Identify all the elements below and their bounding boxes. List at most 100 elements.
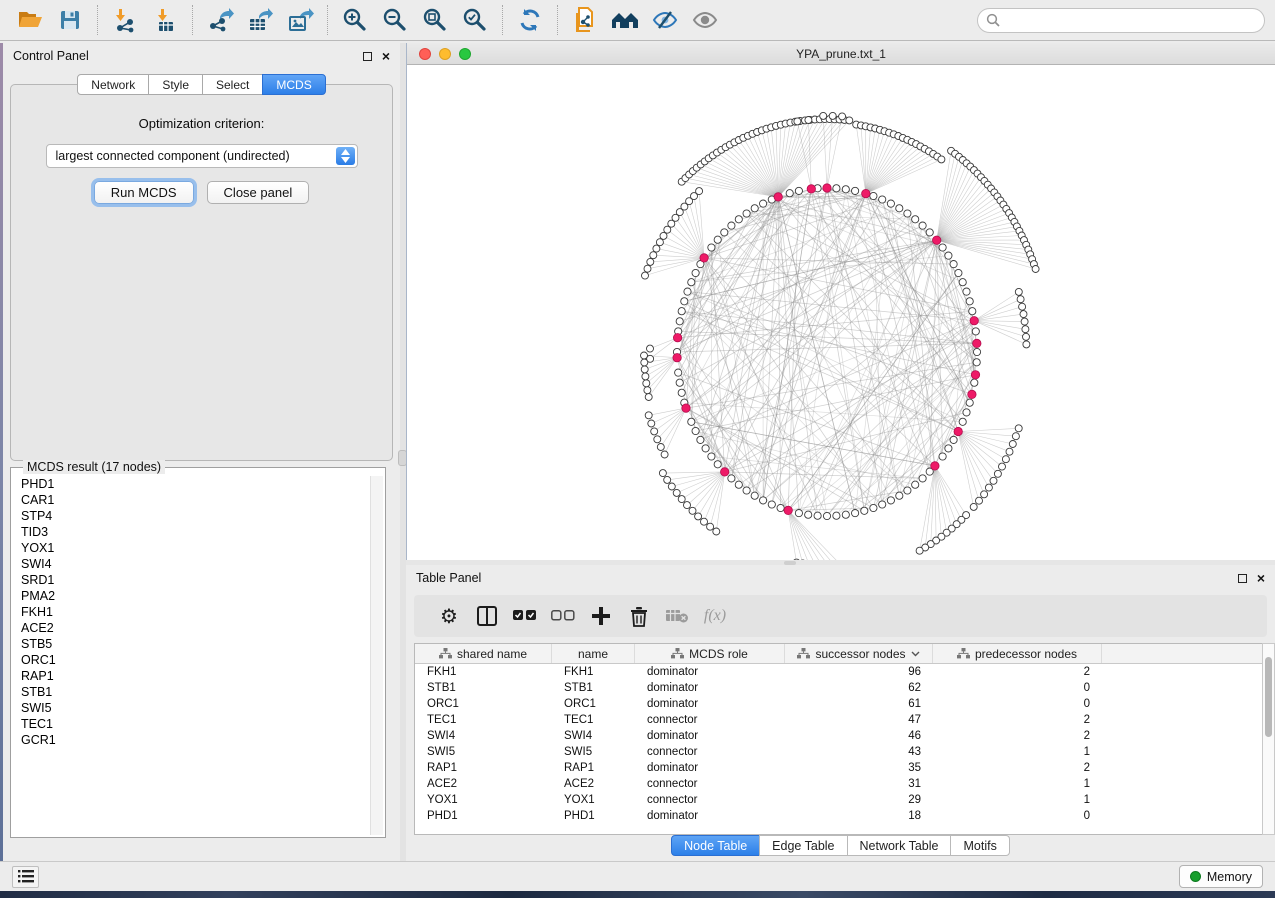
mcds-result-item[interactable]: TID3 <box>13 524 369 540</box>
import-table-icon[interactable] <box>145 3 185 37</box>
memory-button[interactable]: Memory <box>1179 865 1263 888</box>
toolbar-separator <box>327 5 328 35</box>
show-all-eye-icon[interactable] <box>685 3 725 37</box>
table-row[interactable]: SWI4SWI4dominator462 <box>415 728 1262 744</box>
table-row[interactable]: ORC1ORC1dominator610 <box>415 696 1262 712</box>
mcds-result-item[interactable]: STB1 <box>13 684 369 700</box>
hide-selection-eye-slash-icon[interactable] <box>645 3 685 37</box>
tab-mcds[interactable]: MCDS <box>262 74 325 95</box>
tab-node-table[interactable]: Node Table <box>671 835 760 856</box>
table-cell: FKH1 <box>415 666 552 678</box>
task-history-button[interactable] <box>12 866 39 888</box>
search-input[interactable] <box>977 8 1265 33</box>
zoom-out-icon[interactable] <box>375 3 415 37</box>
table-row[interactable]: RAP1RAP1dominator352 <box>415 760 1262 776</box>
export-image-icon[interactable] <box>280 3 320 37</box>
delete-trash-icon[interactable] <box>620 599 658 633</box>
column-header-predecessor-nodes[interactable]: predecessor nodes <box>933 644 1102 663</box>
save-session-icon[interactable] <box>50 3 90 37</box>
mcds-result-item[interactable]: ACE2 <box>13 620 369 636</box>
scrollbar-thumb[interactable] <box>1265 657 1272 737</box>
close-panel-button[interactable]: Close panel <box>207 181 310 204</box>
import-network-icon[interactable] <box>105 3 145 37</box>
run-mcds-button[interactable]: Run MCDS <box>94 181 194 204</box>
mcds-result-item[interactable]: RAP1 <box>13 668 369 684</box>
table-cell: 18 <box>785 810 933 822</box>
zoom-in-icon[interactable] <box>335 3 375 37</box>
table-row[interactable]: TEC1TEC1connector472 <box>415 712 1262 728</box>
add-column-plus-icon[interactable] <box>582 599 620 633</box>
mcds-result-item[interactable]: PMA2 <box>13 588 369 604</box>
mcds-result-item[interactable]: SRD1 <box>13 572 369 588</box>
zoom-fit-icon[interactable] <box>415 3 455 37</box>
toolbar-separator <box>97 5 98 35</box>
table-row[interactable]: FKH1FKH1dominator962 <box>415 664 1262 680</box>
toolbar-separator <box>192 5 193 35</box>
mcds-result-item[interactable]: SWI5 <box>13 700 369 716</box>
table-cell: connector <box>635 714 785 726</box>
mcds-result-item[interactable]: FKH1 <box>13 604 369 620</box>
close-panel-icon[interactable]: × <box>382 51 390 61</box>
tab-network-table[interactable]: Network Table <box>847 835 952 856</box>
split-columns-icon[interactable] <box>468 599 506 633</box>
column-header-mcds-role[interactable]: MCDS role <box>635 644 785 663</box>
zoom-selected-icon[interactable] <box>455 3 495 37</box>
table-row[interactable]: SWI5SWI5connector431 <box>415 744 1262 760</box>
open-file-icon[interactable] <box>10 3 50 37</box>
export-table-icon[interactable] <box>240 3 280 37</box>
column-header-shared-name[interactable]: shared name <box>415 644 552 663</box>
column-header-name[interactable]: name <box>552 644 635 663</box>
mcds-result-item[interactable]: GCR1 <box>13 732 369 748</box>
deselect-all-unchecked-icon[interactable] <box>544 599 582 633</box>
network-canvas[interactable] <box>407 65 1275 560</box>
table-row[interactable]: STB1STB1dominator620 <box>415 680 1262 696</box>
mcds-result-title: MCDS result (17 nodes) <box>23 460 165 474</box>
table-cell: STB1 <box>552 682 635 694</box>
table-cell: dominator <box>635 698 785 710</box>
table-cell: ACE2 <box>415 778 552 790</box>
control-panel: Control Panel × Network Style Select MCD… <box>3 43 400 861</box>
tree-icon <box>797 648 810 659</box>
table-cell: PHD1 <box>415 810 552 822</box>
mcds-result-scrollbar[interactable] <box>370 476 383 835</box>
apply-layout-refresh-icon[interactable] <box>510 3 550 37</box>
group-houses-icon[interactable] <box>605 3 645 37</box>
settings-gear-icon[interactable]: ⚙ <box>430 599 468 633</box>
column-header-successor-nodes[interactable]: successor nodes <box>785 644 933 663</box>
network-window-titlebar[interactable]: YPA_prune.txt_1 <box>407 43 1275 65</box>
optimization-criterion-label: Optimization criterion: <box>11 116 392 131</box>
tab-edge-table[interactable]: Edge Table <box>759 835 847 856</box>
export-network-icon[interactable] <box>200 3 240 37</box>
table-cell: ACE2 <box>552 778 635 790</box>
float-panel-icon[interactable] <box>1238 574 1247 583</box>
mcds-result-item[interactable]: SWI4 <box>13 556 369 572</box>
delete-table-disabled-icon <box>658 599 696 633</box>
criterion-select[interactable]: largest connected component (undirected) <box>46 144 358 168</box>
tab-select[interactable]: Select <box>202 74 263 95</box>
table-row[interactable]: YOX1YOX1connector291 <box>415 792 1262 808</box>
table-row[interactable]: PHD1PHD1dominator180 <box>415 808 1262 824</box>
table-row[interactable]: ACE2ACE2connector311 <box>415 776 1262 792</box>
mcds-result-item[interactable]: CAR1 <box>13 492 369 508</box>
table-cell: 2 <box>933 762 1102 774</box>
mcds-result-item[interactable]: ORC1 <box>13 652 369 668</box>
table-cell: 96 <box>785 666 933 678</box>
new-network-from-selection-icon[interactable] <box>565 3 605 37</box>
table-cell: YOX1 <box>552 794 635 806</box>
mcds-result-item[interactable]: STB5 <box>13 636 369 652</box>
tab-network[interactable]: Network <box>77 74 149 95</box>
mcds-result-item[interactable]: TEC1 <box>13 716 369 732</box>
mcds-result-item[interactable]: YOX1 <box>13 540 369 556</box>
tab-motifs[interactable]: Motifs <box>950 835 1009 856</box>
table-scrollbar[interactable] <box>1262 643 1275 835</box>
float-panel-icon[interactable] <box>363 52 372 61</box>
search-box <box>977 8 1265 33</box>
tab-style[interactable]: Style <box>148 74 203 95</box>
network-graph[interactable] <box>407 65 1275 560</box>
close-panel-icon[interactable]: × <box>1257 573 1265 583</box>
select-all-checked-icon[interactable] <box>506 599 544 633</box>
table-cell: 2 <box>933 730 1102 742</box>
mcds-result-item[interactable]: STP4 <box>13 508 369 524</box>
mcds-result-item[interactable]: PHD1 <box>13 476 369 492</box>
sort-chevron-icon <box>911 651 920 657</box>
